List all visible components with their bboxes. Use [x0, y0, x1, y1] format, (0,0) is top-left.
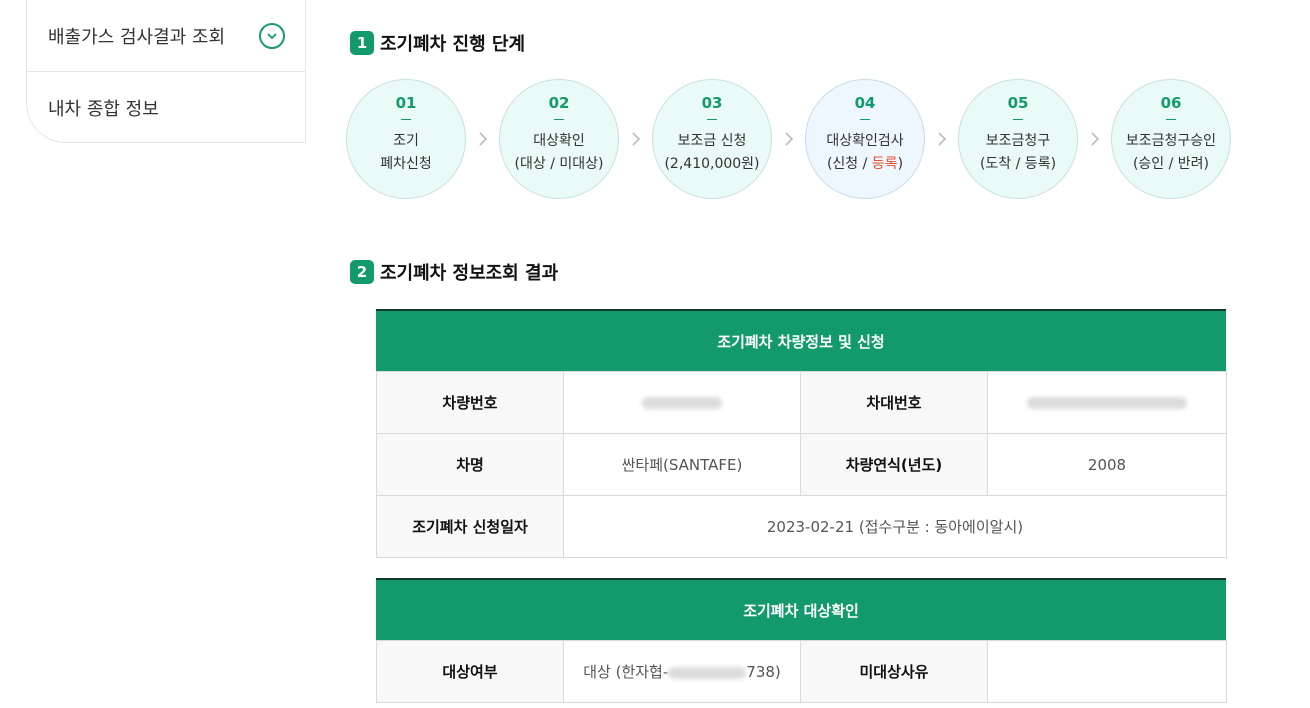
year-label: 차량연식(년도)	[800, 433, 988, 496]
table-row: 차량번호 차대번호	[376, 371, 1227, 434]
section-title-text: 조기폐차 정보조회 결과	[380, 263, 559, 284]
date-label: 조기폐차 신청일자	[376, 495, 564, 558]
model-label: 차명	[376, 433, 564, 496]
step-label: 보조금청구승인 (승인 / 반려)	[1125, 133, 1217, 172]
table-row: 대상여부 대상 (한자협- 738) 미대상사유	[376, 640, 1227, 703]
plate-label: 차량번호	[376, 371, 564, 434]
chevron-right-icon	[925, 131, 958, 147]
reason-label: 미대상사유	[800, 640, 988, 703]
vin-value-redacted	[987, 371, 1227, 434]
step-divider	[554, 119, 564, 120]
table-row: 조기폐차 신청일자 2023-02-21 (접수구분 : 동아에이알시)	[376, 495, 1227, 558]
model-value: 싼타페(SANTAFE)	[563, 433, 801, 496]
step-divider	[401, 119, 411, 120]
table-header: 조기폐차 대상확인	[376, 578, 1226, 640]
reason-value	[987, 640, 1227, 703]
step-01: 01 조기 폐차신청	[346, 79, 466, 199]
redacted-id	[668, 666, 747, 679]
step-number: 02	[548, 94, 570, 112]
chevron-down-icon[interactable]	[259, 22, 285, 49]
progress-steps: 01 조기 폐차신청 02 대상확인 (대상 / 미대상) 03 보조금 신청 (2,…	[346, 79, 1231, 199]
vehicle-info-table: 조기폐차 차량정보 및 신청 차량번호 차대번호 차명 싼타페(SANTAFE)…	[376, 309, 1227, 558]
section-title-progress: 1 조기폐차 진행 단계	[350, 30, 525, 56]
step-divider	[1166, 119, 1176, 120]
status-value: 대상 (한자협- 738)	[563, 640, 801, 703]
step-divider	[860, 119, 870, 120]
step-03: 03 보조금 신청 (2,410,000원)	[652, 79, 772, 199]
sidebar-item-car-info[interactable]: 내차 종합 정보	[27, 72, 305, 144]
step-number: 06	[1160, 94, 1182, 112]
step-label: 보조금 신청 (2,410,000원)	[664, 133, 760, 172]
step-divider	[707, 119, 717, 120]
step-05: 05 보조금청구 (도착 / 등록)	[958, 79, 1078, 199]
table-row: 차명 싼타페(SANTAFE) 차량연식(년도) 2008	[376, 433, 1227, 496]
step-label: 대상확인 (대상 / 미대상)	[514, 133, 604, 172]
step-label: 보조금청구 (도착 / 등록)	[979, 133, 1057, 172]
section-title-text: 조기폐차 진행 단계	[380, 34, 526, 55]
chevron-right-icon	[1078, 131, 1111, 147]
status-label: 대상여부	[376, 640, 564, 703]
section-title-result: 2 조기폐차 정보조회 결과	[350, 259, 558, 285]
section-number-badge: 2	[350, 260, 374, 284]
step-02: 02 대상확인 (대상 / 미대상)	[499, 79, 619, 199]
step-label: 대상확인검사 (신청 / 등록)	[826, 133, 904, 172]
plate-value-redacted	[563, 371, 801, 434]
chevron-right-icon	[466, 131, 499, 147]
year-value: 2008	[987, 433, 1227, 496]
sidebar-item-emission-result[interactable]: 배출가스 검사결과 조회	[27, 0, 305, 72]
sidebar-item-label: 내차 종합 정보	[48, 99, 159, 120]
step-status-highlight: 등록	[871, 156, 898, 172]
date-value: 2023-02-21 (접수구분 : 동아에이알시)	[563, 495, 1227, 558]
section-number-badge: 1	[350, 31, 374, 55]
target-check-table: 조기폐차 대상확인 대상여부 대상 (한자협- 738) 미대상사유	[376, 578, 1227, 703]
vin-label: 차대번호	[800, 371, 988, 434]
table-header: 조기폐차 차량정보 및 신청	[376, 309, 1226, 371]
step-06: 06 보조금청구승인 (승인 / 반려)	[1111, 79, 1231, 199]
step-04: 04 대상확인검사 (신청 / 등록)	[805, 79, 925, 199]
step-label: 조기 폐차신청	[380, 133, 432, 172]
sidebar: 배출가스 검사결과 조회 내차 종합 정보	[26, 0, 306, 143]
chevron-right-icon	[772, 131, 805, 147]
step-divider	[1013, 119, 1023, 120]
sidebar-item-label: 배출가스 검사결과 조회	[48, 26, 226, 48]
step-number: 04	[854, 94, 876, 112]
step-number: 03	[701, 94, 723, 112]
step-number: 05	[1007, 94, 1029, 112]
chevron-right-icon	[619, 131, 652, 147]
step-number: 01	[395, 94, 417, 112]
